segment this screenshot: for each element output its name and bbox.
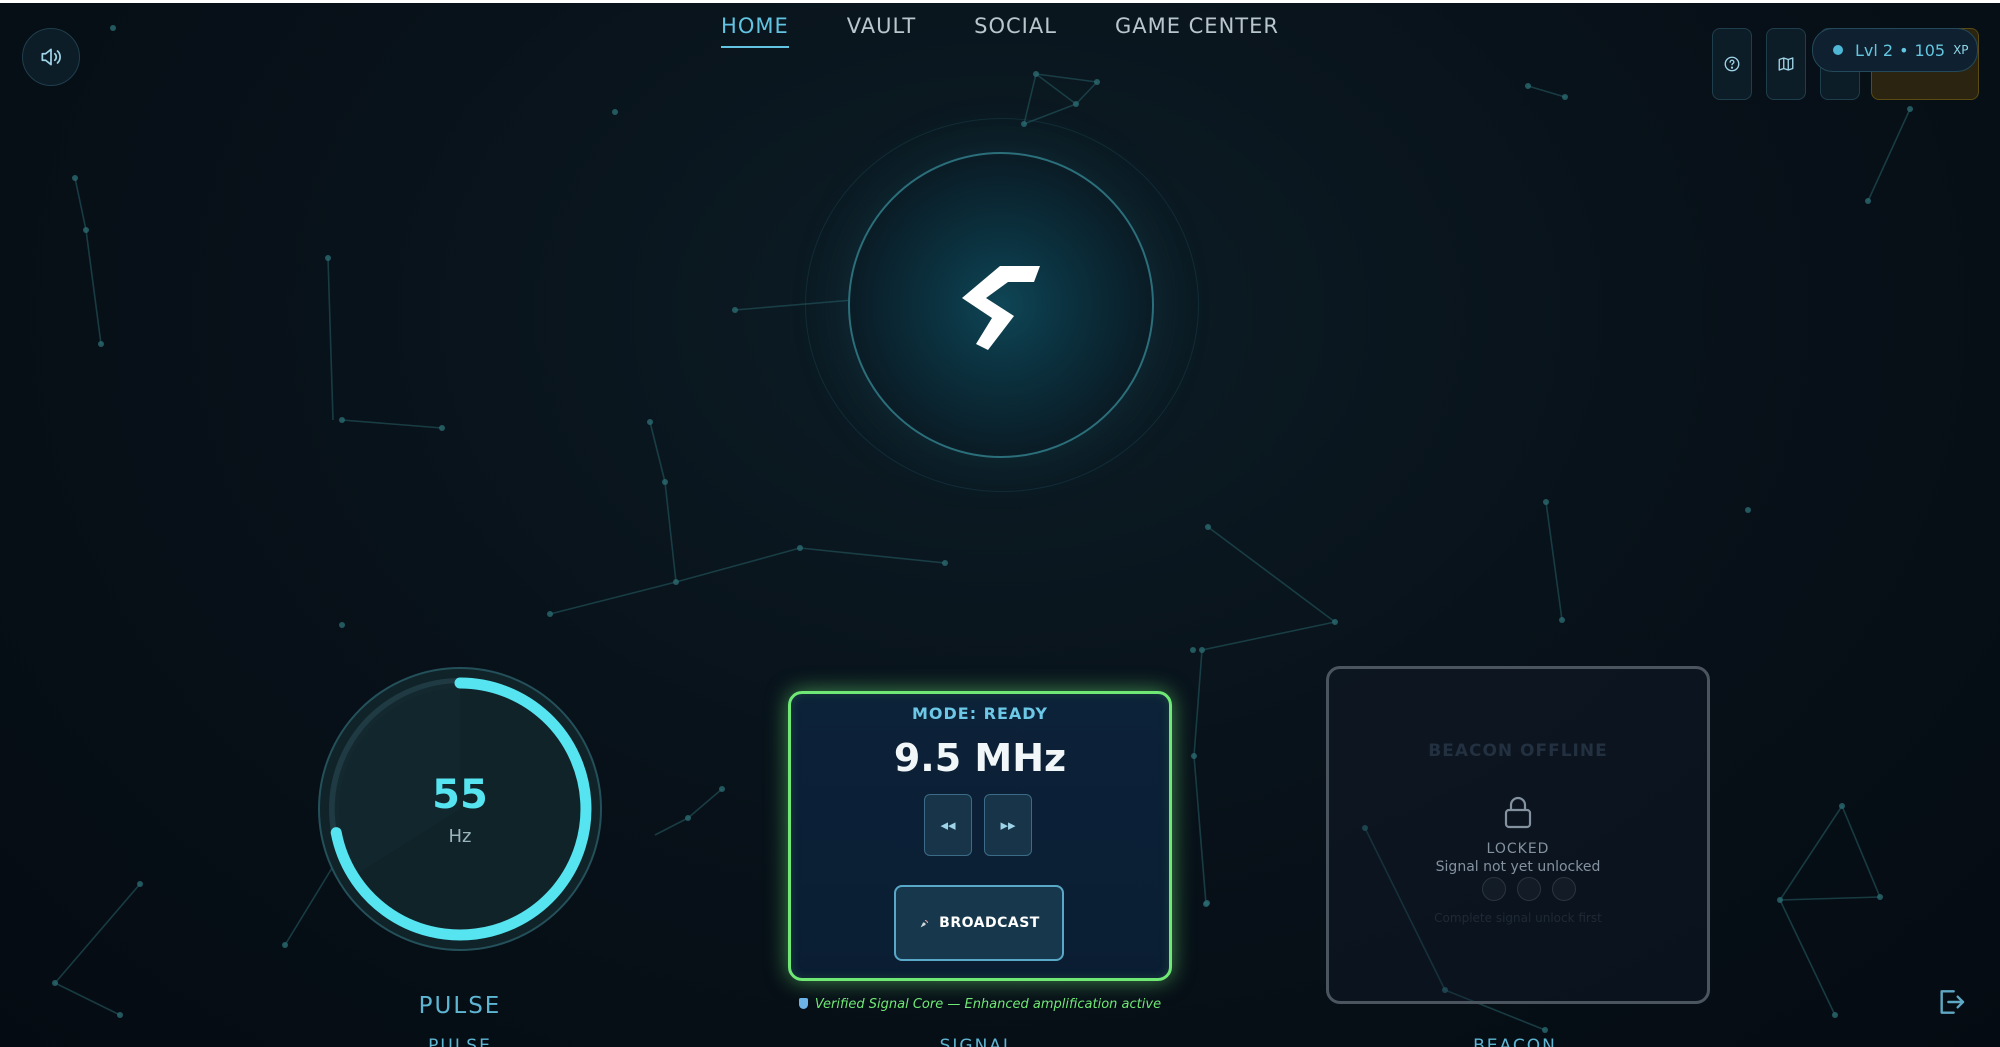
- status-dot: [1833, 45, 1843, 55]
- pulse-unit: Hz: [448, 826, 472, 847]
- signal-card: MODE: READY 9.5 MHz ◂◂ ▸▸ BROADCAST: [788, 691, 1172, 981]
- help-circle-icon: [1724, 56, 1740, 72]
- level-separator: •: [1899, 40, 1909, 60]
- rewind-button[interactable]: ◂◂: [924, 794, 972, 856]
- beacon-title: BEACON OFFLINE: [1428, 741, 1608, 761]
- tab-home[interactable]: HOME: [721, 14, 789, 48]
- broadcast-button[interactable]: BROADCAST: [894, 885, 1064, 961]
- forward-button[interactable]: ▸▸: [984, 794, 1032, 856]
- beacon-hint: Complete signal unlock first: [1434, 911, 1602, 925]
- signal-section-label: SIGNAL: [939, 1036, 1015, 1047]
- progress-dot: [1517, 877, 1541, 901]
- tab-game-center[interactable]: GAME CENTER: [1115, 14, 1279, 48]
- verified-notice: Verified Signal Core — Enhanced amplific…: [780, 997, 1180, 1012]
- progress-dot: [1482, 877, 1506, 901]
- beacon-card: BEACON OFFLINE LOCKED Signal not yet unl…: [1326, 666, 1710, 1004]
- forward-icon: ▸▸: [1000, 816, 1016, 834]
- beacon-status: LOCKED: [1486, 841, 1550, 857]
- level-text: Lvl 2: [1855, 40, 1894, 60]
- frequency-readout: 9.5 MHz: [893, 736, 1067, 780]
- rewind-icon: ◂◂: [940, 816, 956, 834]
- main-nav: HOME VAULT SOCIAL GAME CENTER: [0, 14, 2000, 48]
- verified-text: Verified Signal Core — Enhanced amplific…: [814, 997, 1162, 1012]
- pulse-value: 55: [432, 772, 488, 818]
- map-icon: [1778, 57, 1794, 71]
- lock-icon: [1504, 796, 1532, 829]
- broadcast-label: BROADCAST: [939, 915, 1040, 931]
- beacon-progress-dots: [1482, 877, 1576, 901]
- beacon-section-label: BEACON: [1473, 1036, 1557, 1047]
- map-button[interactable]: [1766, 28, 1806, 100]
- shield-icon: [798, 998, 808, 1009]
- logout-icon[interactable]: [1934, 986, 1968, 1018]
- help-button[interactable]: [1712, 28, 1752, 100]
- beacon-message: Signal not yet unlocked: [1435, 859, 1601, 875]
- signal-logo-icon: [962, 266, 1040, 350]
- pulse-label: PULSE: [418, 993, 502, 1019]
- tab-vault[interactable]: VAULT: [847, 14, 916, 48]
- satellite-icon: [920, 919, 929, 928]
- level-badge[interactable]: Lvl 2 • 105 XP: [1812, 28, 1978, 72]
- tab-social[interactable]: SOCIAL: [974, 14, 1057, 48]
- progress-dot: [1552, 877, 1576, 901]
- xp-value: 105: [1914, 40, 1946, 60]
- mode-status: MODE: READY: [911, 704, 1049, 723]
- xp-unit: XP: [1953, 43, 1969, 57]
- pulse-section-label: PULSE: [428, 1036, 492, 1047]
